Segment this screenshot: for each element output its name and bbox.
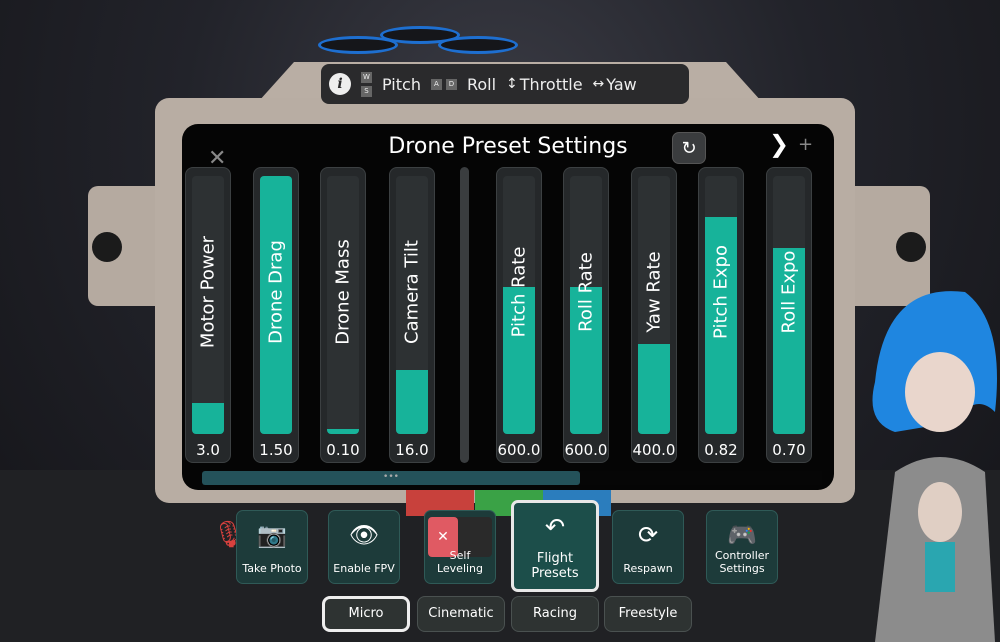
add-button[interactable]: + (798, 134, 813, 155)
flight-presets-button[interactable]: ↶ Flight Presets (511, 500, 599, 592)
slider-label: Pitch Rate (508, 246, 530, 338)
slider-yaw-rate[interactable]: Yaw Rate 400.0 (631, 167, 677, 463)
s-key-icon: S (361, 85, 372, 97)
info-icon[interactable]: i (329, 73, 351, 95)
self-leveling-button[interactable]: ✕ Self Leveling (424, 510, 496, 584)
slider-value: 0.70 (772, 441, 806, 459)
slider-pitch-expo[interactable]: Pitch Expo 0.82 (698, 167, 744, 463)
throttle-label: Throttle (519, 74, 583, 94)
button-label: Flight Presets (531, 551, 579, 581)
respawn-icon: ⟳ (637, 521, 659, 549)
slider-label: Camera Tilt (401, 240, 423, 345)
slider-track[interactable]: Yaw Rate (638, 176, 670, 434)
slider-track[interactable]: Pitch Expo (705, 176, 737, 434)
slider-track[interactable]: Roll Rate (570, 176, 602, 434)
roll-label: Roll (466, 74, 497, 94)
slider-roll-rate[interactable]: Roll Rate 600.0 (563, 167, 609, 463)
slider-drone-drag[interactable]: Drone Drag 1.50 (253, 167, 299, 463)
mouse-vertical-icon: ↕ (506, 76, 518, 92)
slider-pitch-rate[interactable]: Pitch Rate 600.0 (496, 167, 542, 463)
controller-settings-button[interactable]: 🎮 Controller Settings (706, 510, 778, 584)
slider-fill (638, 343, 670, 434)
next-page-button[interactable]: ❯ (769, 130, 789, 158)
enable-fpv-button[interactable]: 👁 Enable FPV (328, 510, 400, 584)
slider-value: 600.0 (564, 441, 608, 459)
slider-track[interactable]: Motor Power (192, 176, 224, 434)
panel-title: Drone Preset Settings (388, 134, 628, 159)
slider-label: Drone Drag (265, 240, 287, 344)
slider-fill (396, 369, 428, 434)
preset-freestyle-button[interactable]: Freestyle (604, 596, 692, 632)
drone-model (318, 0, 518, 58)
slider-roll-expo[interactable]: Roll Expo 0.70 (766, 167, 812, 463)
button-label: Self Leveling (436, 549, 484, 575)
slider-value: 1.50 (259, 441, 293, 459)
slider-value: 600.0 (497, 441, 541, 459)
slider-track[interactable]: Camera Tilt (396, 176, 428, 434)
slider-label: Motor Power (197, 236, 219, 349)
yaw-label: Yaw (606, 74, 637, 94)
slider-motor-power[interactable]: Motor Power 3.0 (185, 167, 231, 463)
flight-presets-icon: ↶ (544, 513, 566, 541)
mouse-horizontal-icon: ↔ (592, 76, 605, 92)
slider-track[interactable]: Pitch Rate (503, 176, 535, 434)
button-label: Respawn (623, 562, 673, 575)
slider-value: 0.82 (704, 441, 738, 459)
slider-label: Drone Mass (332, 239, 354, 345)
w-key-icon: W (361, 71, 372, 83)
preset-micro-button[interactable]: Micro (322, 596, 410, 632)
take-photo-icon: 📷 (257, 521, 287, 549)
slider-fill (192, 403, 224, 434)
slider-label: Pitch Expo (710, 245, 732, 340)
horizontal-scrollbar[interactable]: ••• (202, 471, 822, 485)
avatar-character (872, 291, 997, 642)
take-photo-button[interactable]: 📷 Take Photo (236, 510, 308, 584)
slider-label: Roll Rate (575, 252, 597, 332)
reset-button[interactable]: ↻ (672, 132, 706, 164)
slider-label: Yaw Rate (643, 251, 665, 333)
scrollbar-thumb[interactable]: ••• (202, 471, 580, 485)
slider-divider (460, 167, 469, 463)
slider-drone-mass[interactable]: Drone Mass 0.10 (320, 167, 366, 463)
enable-fpv-icon: 👁 (348, 521, 380, 549)
button-label: Take Photo (242, 562, 302, 575)
slider-track[interactable]: Drone Drag (260, 176, 292, 434)
slider-camera-tilt[interactable]: Camera Tilt 16.0 (389, 167, 435, 463)
respawn-button[interactable]: ⟳ Respawn (612, 510, 684, 584)
slider-value: 0.10 (326, 441, 360, 459)
slider-track[interactable]: Drone Mass (327, 176, 359, 434)
d-key-icon: D (445, 78, 457, 90)
slider-track[interactable]: Roll Expo (773, 176, 805, 434)
button-label: Controller Settings (714, 549, 770, 575)
slider-value: 3.0 (196, 441, 220, 459)
drone-preset-panel: Drone Preset Settings ✕ ↻ ❯ + Motor Powe… (182, 124, 834, 490)
slider-fill (327, 428, 359, 434)
slider-value: 16.0 (395, 441, 429, 459)
preset-racing-button[interactable]: Racing (511, 596, 599, 632)
controls-hint-bar: i WS Pitch AD Roll ↕ Throttle ↔ Yaw (321, 64, 689, 104)
preset-cinematic-button[interactable]: Cinematic (417, 596, 505, 632)
pitch-label: Pitch (382, 74, 421, 94)
slider-value: 400.0 (632, 441, 676, 459)
button-label: Enable FPV (333, 562, 395, 575)
a-key-icon: A (430, 78, 442, 90)
slider-label: Roll Expo (778, 250, 800, 334)
